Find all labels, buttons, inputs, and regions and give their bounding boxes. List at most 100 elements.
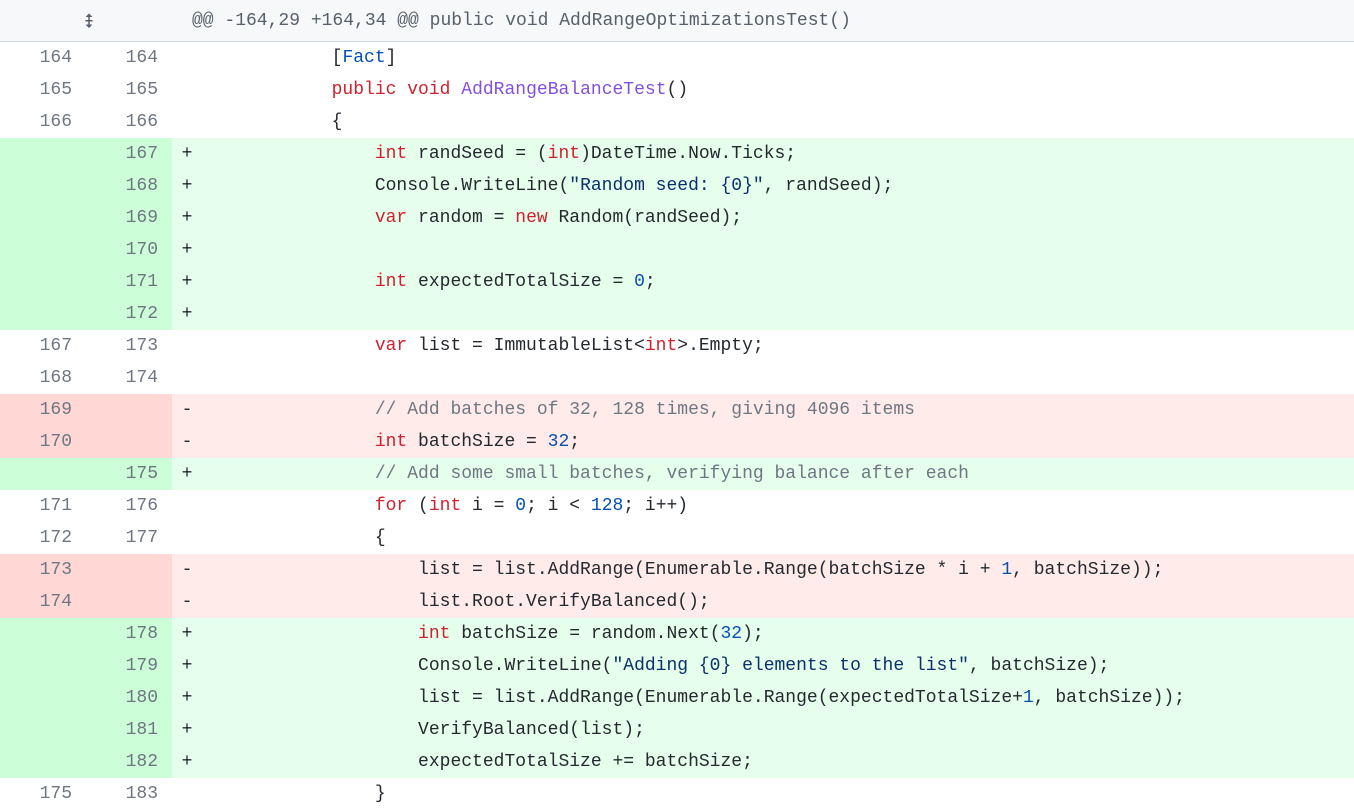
diff-row: 169 - // Add batches of 32, 128 times, gi… [0,394,1354,426]
line-number-old[interactable] [0,458,86,490]
line-number-old[interactable] [0,714,86,746]
hunk-header: @@ -164,29 +164,34 @@ public void AddRan… [0,0,1354,42]
diff-marker: + [172,682,202,714]
line-number-old[interactable]: 164 [0,42,86,74]
diff-row: 165165 public void AddRangeBalanceTest() [0,74,1354,106]
line-number-new[interactable]: 170 [86,234,172,266]
line-number-old[interactable] [0,746,86,778]
line-number-old[interactable]: 166 [0,106,86,138]
line-number-old[interactable]: 172 [0,522,86,554]
code-cell[interactable]: public void AddRangeBalanceTest() [202,74,1354,106]
diff-marker: + [172,234,202,266]
diff-row: 171+ int expectedTotalSize = 0; [0,266,1354,298]
line-number-old[interactable]: 174 [0,586,86,618]
diff-row: 167+ int randSeed = (int)DateTime.Now.Ti… [0,138,1354,170]
diff-marker: - [172,394,202,426]
diff-row: 182+ expectedTotalSize += batchSize; [0,746,1354,778]
code-cell[interactable]: } [202,778,1354,810]
code-cell[interactable] [202,298,1354,330]
line-number-old[interactable]: 173 [0,554,86,586]
code-cell[interactable]: // Add some small batches, verifying bal… [202,458,1354,490]
line-number-old[interactable]: 165 [0,74,86,106]
code-cell[interactable]: int batchSize = random.Next(32); [202,618,1354,650]
diff-table: 164164 [Fact]165165 public void AddRange… [0,42,1354,810]
code-cell[interactable]: list.Root.VerifyBalanced(); [202,586,1354,618]
line-number-old[interactable]: 170 [0,426,86,458]
diff-marker: + [172,650,202,682]
code-cell[interactable]: Console.WriteLine("Adding {0} elements t… [202,650,1354,682]
line-number-new[interactable]: 179 [86,650,172,682]
diff-marker: + [172,266,202,298]
code-cell[interactable]: var random = new Random(randSeed); [202,202,1354,234]
line-number-old[interactable] [0,682,86,714]
code-cell[interactable]: [Fact] [202,42,1354,74]
line-number-new[interactable]: 173 [86,330,172,362]
line-number-new[interactable]: 182 [86,746,172,778]
line-number-new[interactable]: 176 [86,490,172,522]
code-cell[interactable]: { [202,106,1354,138]
diff-row: 169+ var random = new Random(randSeed); [0,202,1354,234]
line-number-old[interactable] [0,170,86,202]
code-cell[interactable]: // Add batches of 32, 128 times, giving … [202,394,1354,426]
code-cell[interactable]: for (int i = 0; i < 128; i++) [202,490,1354,522]
expand-icon[interactable] [0,13,178,29]
line-number-new[interactable]: 177 [86,522,172,554]
diff-row: 178+ int batchSize = random.Next(32); [0,618,1354,650]
line-number-new[interactable]: 180 [86,682,172,714]
line-number-old[interactable] [0,138,86,170]
code-cell[interactable] [202,234,1354,266]
diff-marker: + [172,714,202,746]
line-number-old[interactable]: 171 [0,490,86,522]
line-number-old[interactable]: 169 [0,394,86,426]
code-cell[interactable]: var list = ImmutableList<int>.Empty; [202,330,1354,362]
line-number-new[interactable]: 165 [86,74,172,106]
line-number-new[interactable]: 174 [86,362,172,394]
diff-marker: - [172,586,202,618]
line-number-new[interactable]: 164 [86,42,172,74]
line-number-new[interactable]: 175 [86,458,172,490]
line-number-old[interactable]: 168 [0,362,86,394]
code-cell[interactable]: { [202,522,1354,554]
code-cell[interactable]: Console.WriteLine("Random seed: {0}", ra… [202,170,1354,202]
line-number-new[interactable]: 181 [86,714,172,746]
diff-marker [172,74,202,106]
line-number-old[interactable]: 167 [0,330,86,362]
code-cell[interactable]: int randSeed = (int)DateTime.Now.Ticks; [202,138,1354,170]
code-cell[interactable]: expectedTotalSize += batchSize; [202,746,1354,778]
line-number-new[interactable]: 166 [86,106,172,138]
line-number-new[interactable]: 172 [86,298,172,330]
diff-row: 181+ VerifyBalanced(list); [0,714,1354,746]
line-number-new[interactable]: 169 [86,202,172,234]
line-number-old[interactable]: 175 [0,778,86,810]
code-cell[interactable]: int batchSize = 32; [202,426,1354,458]
line-number-new[interactable]: 183 [86,778,172,810]
code-cell[interactable]: VerifyBalanced(list); [202,714,1354,746]
line-number-old[interactable] [0,298,86,330]
diff-row: 172+ [0,298,1354,330]
line-number-old[interactable] [0,618,86,650]
line-number-new[interactable]: 168 [86,170,172,202]
line-number-new[interactable] [86,394,172,426]
line-number-old[interactable] [0,202,86,234]
diff-marker: + [172,746,202,778]
line-number-new[interactable] [86,554,172,586]
line-number-new[interactable]: 178 [86,618,172,650]
diff-row: 171176 for (int i = 0; i < 128; i++) [0,490,1354,522]
diff-marker: - [172,554,202,586]
code-cell[interactable]: int expectedTotalSize = 0; [202,266,1354,298]
line-number-old[interactable] [0,266,86,298]
code-cell[interactable]: list = list.AddRange(Enumerable.Range(ba… [202,554,1354,586]
code-cell[interactable] [202,362,1354,394]
diff-marker: + [172,298,202,330]
line-number-new[interactable]: 171 [86,266,172,298]
line-number-new[interactable] [86,426,172,458]
hunk-header-text: @@ -164,29 +164,34 @@ public void AddRan… [178,5,851,37]
line-number-old[interactable] [0,650,86,682]
line-number-new[interactable] [86,586,172,618]
line-number-new[interactable]: 167 [86,138,172,170]
code-cell[interactable]: list = list.AddRange(Enumerable.Range(ex… [202,682,1354,714]
diff-marker [172,330,202,362]
diff-marker: + [172,618,202,650]
diff-marker [172,778,202,810]
line-number-old[interactable] [0,234,86,266]
